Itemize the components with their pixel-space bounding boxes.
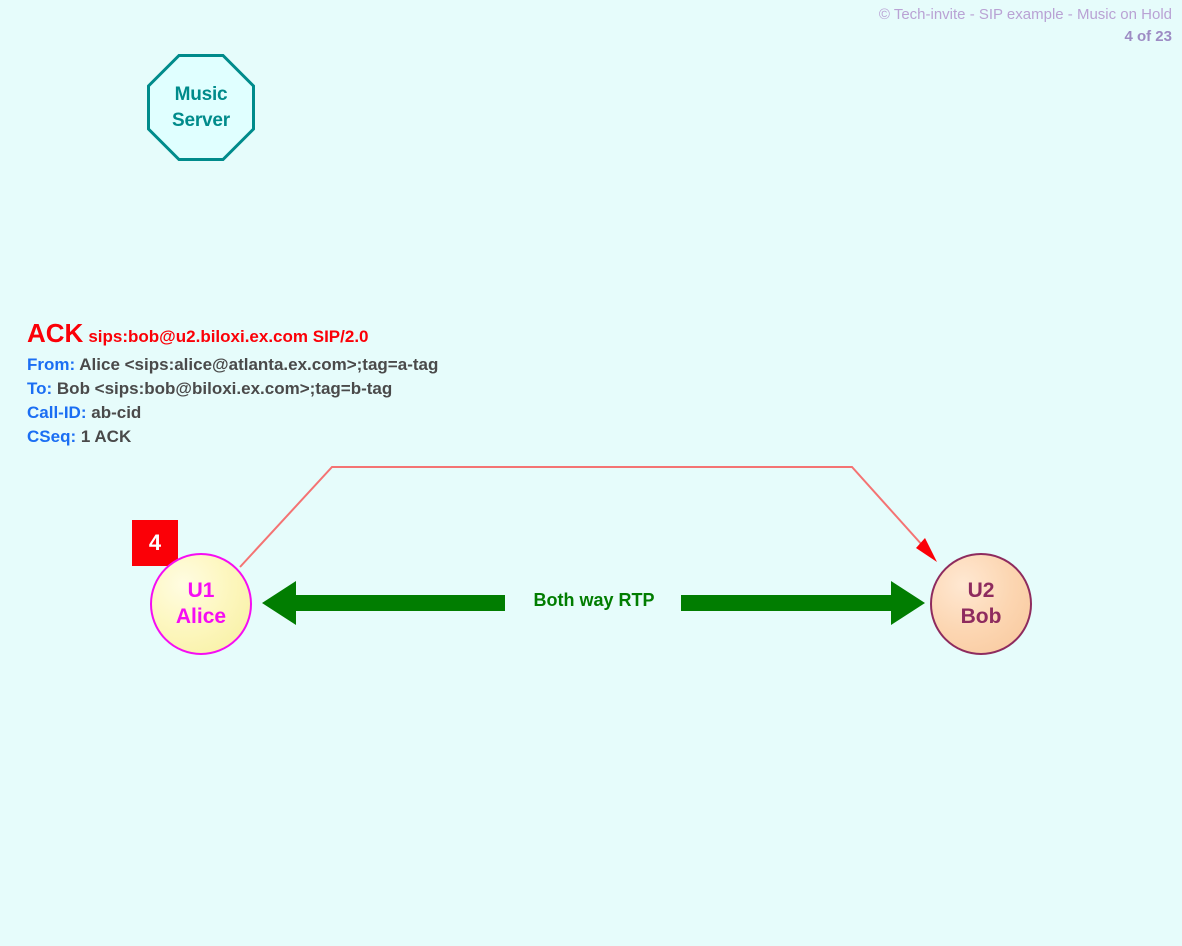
- sip-header-from-value: Alice <sips:alice@atlanta.ex.com>;tag=a-…: [79, 355, 439, 374]
- rtp-arrow-right: [681, 581, 925, 625]
- endpoint-bob-name: Bob: [960, 605, 1002, 628]
- music-server-node[interactable]: Music Server: [147, 54, 255, 161]
- endpoint-alice-name: Alice: [175, 605, 227, 628]
- sip-header-cseq-name: CSeq:: [27, 427, 77, 446]
- music-server-line2: Server: [172, 109, 230, 131]
- endpoint-bob[interactable]: U2 Bob: [930, 553, 1032, 655]
- rtp-label: Both way RTP: [533, 590, 655, 610]
- endpoint-alice[interactable]: U1 Alice: [150, 553, 252, 655]
- endpoint-alice-id: U1: [187, 579, 215, 603]
- sip-method: ACK: [27, 318, 84, 348]
- sip-header-cseq: CSeq: 1 ACK: [27, 428, 438, 445]
- ack-signal-arrow: [239, 466, 937, 568]
- rtp-arrow-left: [262, 581, 505, 625]
- sip-message-block: ACK sips:bob@u2.biloxi.ex.com SIP/2.0 Fro…: [27, 320, 438, 452]
- sip-header-to-value: Bob <sips:bob@biloxi.ex.com>;tag=b-tag: [56, 379, 393, 398]
- sip-request-uri: sips:bob@u2.biloxi.ex.com SIP/2.0: [88, 327, 369, 346]
- sip-header-to-name: To:: [27, 379, 53, 398]
- sip-header-callid-value: ab-cid: [91, 403, 142, 422]
- sip-header-callid-name: Call-ID:: [27, 403, 87, 422]
- sip-header-from-name: From:: [27, 355, 76, 374]
- step-badge: 4: [132, 520, 178, 566]
- header-page-number: 4 of 23: [1124, 27, 1172, 45]
- music-server-label: Music Server: [147, 54, 255, 161]
- diagram-canvas: © Tech-invite - SIP example - Music on H…: [0, 0, 1182, 946]
- endpoint-bob-id: U2: [967, 579, 995, 603]
- sip-header-callid: Call-ID: ab-cid: [27, 404, 438, 421]
- sip-header-cseq-value: 1 ACK: [80, 427, 132, 446]
- sip-header-from: From: Alice <sips:alice@atlanta.ex.com>;…: [27, 356, 438, 373]
- sip-request-line: ACK sips:bob@u2.biloxi.ex.com SIP/2.0: [27, 320, 438, 346]
- sip-header-to: To: Bob <sips:bob@biloxi.ex.com>;tag=b-t…: [27, 380, 438, 397]
- page-header: © Tech-invite - SIP example - Music on H…: [879, 4, 1172, 48]
- header-title: © Tech-invite - SIP example - Music on H…: [878, 6, 1172, 23]
- music-server-line1: Music: [174, 84, 228, 106]
